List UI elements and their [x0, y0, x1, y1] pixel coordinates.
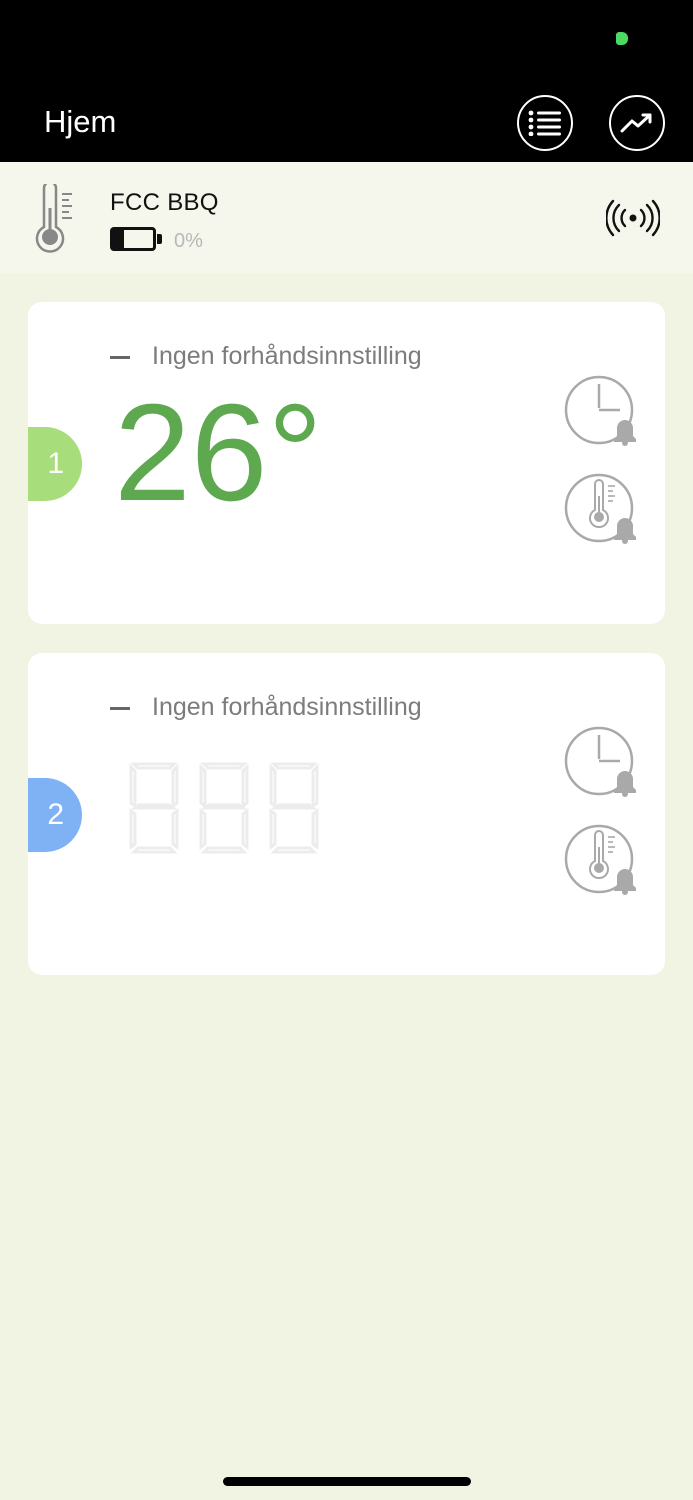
battery-level: [113, 230, 125, 248]
timer-alarm-icon[interactable]: [564, 725, 642, 797]
empty-temperature-display: [129, 762, 319, 854]
temperature-alarm-icon[interactable]: [564, 823, 642, 895]
wireless-signal-icon: [606, 199, 660, 237]
status-indicator-dot: [616, 32, 628, 45]
temperature-alarm-icon[interactable]: [564, 472, 642, 544]
battery-tip: [157, 234, 162, 244]
device-name: FCC BBQ: [110, 189, 219, 216]
probe-card-2[interactable]: 2 Ingen forhåndsinnstilling: [28, 653, 665, 975]
list-button[interactable]: [517, 95, 573, 151]
list-icon: [528, 110, 561, 136]
trend-chart-icon: [620, 113, 652, 133]
probe-badge: 2: [28, 778, 82, 852]
battery-icon: [110, 227, 156, 251]
preset-label[interactable]: Ingen forhåndsinnstilling: [152, 693, 422, 722]
battery-percent: 0%: [174, 230, 203, 252]
home-indicator[interactable]: [223, 1477, 471, 1486]
preset-label[interactable]: Ingen forhåndsinnstilling: [152, 342, 422, 371]
app-header: Hjem: [0, 0, 693, 162]
preset-dash: [110, 707, 130, 710]
chart-button[interactable]: [609, 95, 665, 151]
device-row[interactable]: [0, 162, 693, 273]
page-title: Hjem: [44, 104, 117, 139]
thermometer-icon: [35, 184, 72, 253]
probe-card-1[interactable]: 1 Ingen forhåndsinnstilling 26°: [28, 302, 665, 624]
timer-alarm-icon[interactable]: [564, 374, 642, 446]
probe-temperature: 26°: [114, 376, 323, 530]
probe-badge: 1: [28, 427, 82, 501]
preset-dash: [110, 356, 130, 359]
